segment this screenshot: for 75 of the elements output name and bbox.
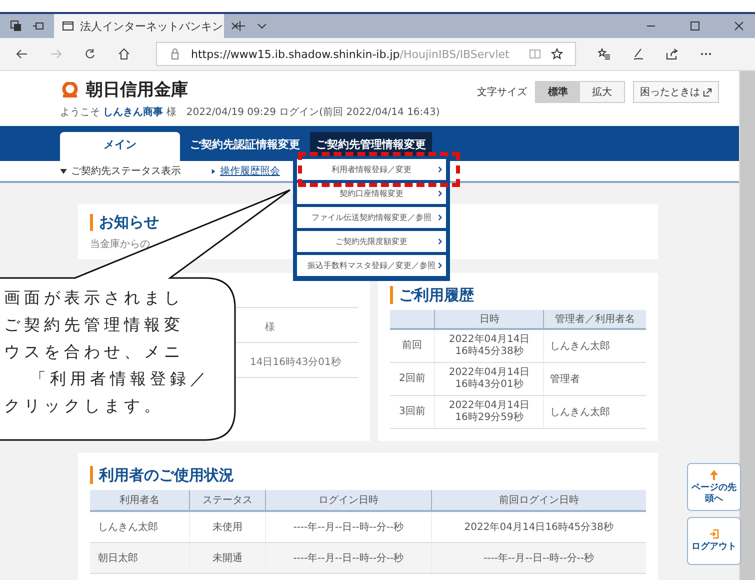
close-icon[interactable] (733, 20, 745, 32)
lock-icon (169, 48, 181, 60)
section-heading: ご利用履歴 (390, 286, 474, 304)
chevron-right-icon (438, 166, 442, 173)
callout-text: クリックします。 (4, 395, 164, 417)
table-cell: 3回前 (390, 396, 435, 428)
bank-name: 朝日信用金庫 (86, 79, 188, 101)
column-header: 利用者名 (90, 490, 190, 511)
history-link[interactable]: 操作履歴照会 (220, 164, 280, 178)
column-header: 管理者／利用者名 (544, 310, 646, 329)
menu-item[interactable]: ファイル伝送契約情報変更／参照 (297, 207, 446, 228)
table-cell: 管理者 (544, 362, 646, 396)
column-header: 日時 (434, 310, 544, 329)
column-header: 前回ログイン日時 (431, 490, 646, 511)
caret-icon (211, 168, 216, 174)
side-button[interactable]: ログアウト (687, 517, 741, 565)
chevron-right-icon (438, 214, 442, 221)
chevron-right-icon (438, 262, 442, 269)
column-header: ステータス (189, 490, 266, 511)
tabs-icon[interactable] (10, 20, 22, 32)
table-cell: 未開通 (189, 542, 266, 574)
font-size-label: 文字サイズ (477, 86, 527, 99)
triangle-down-icon (60, 168, 67, 174)
callout-text: ウスを合わせ、メニ (4, 341, 184, 363)
home-icon[interactable] (118, 48, 130, 60)
callout-text: 「利用者情報登録／ (30, 368, 210, 390)
table-cell: 14日16時43分01秒 (250, 357, 341, 368)
page-icon (62, 20, 74, 32)
close-icon[interactable] (229, 20, 241, 32)
callout-text: 画面が表示されまし (4, 287, 184, 309)
table-cell: ----年--月--日--時--分--秒 (266, 542, 432, 574)
external-link-icon (703, 88, 712, 96)
menu-item[interactable]: 利用者情報登録／変更 (297, 159, 446, 180)
tab-aside-icon[interactable] (32, 20, 44, 32)
table-cell: 2022年04月14日 16時29分59秒 (434, 396, 544, 428)
scrollbar[interactable] (739, 71, 755, 580)
table-cell: しんきん太郎 (544, 396, 646, 428)
address-field[interactable]: https://www15.ib.shadow.shinkin-ib.jp/HoujinIBS/IBServlet (156, 42, 576, 66)
side-button[interactable]: ページの先頭へ (687, 463, 741, 511)
pen-icon[interactable] (632, 48, 644, 60)
refresh-icon[interactable] (84, 48, 96, 60)
maximize-icon[interactable] (689, 20, 701, 32)
chevron-right-icon (438, 238, 442, 245)
table-cell: 様 (265, 322, 275, 333)
new-tab-icon[interactable] (234, 20, 246, 32)
section-heading: 利用者のご使用状況 (90, 466, 234, 484)
table-cell: 2回前 (390, 362, 435, 396)
column-header (390, 310, 435, 329)
callout-text: ご契約先管理情報変 (4, 314, 184, 336)
arrow-up-icon (709, 470, 719, 480)
table-cell: 朝日太郎 (90, 542, 190, 574)
table-cell: 前回 (390, 329, 435, 362)
share-icon[interactable] (666, 48, 678, 60)
star-icon[interactable] (551, 48, 564, 60)
table-cell: ----年--月--日--時--分--秒 (431, 542, 646, 574)
welcome-text: ようこそ しんきん商事 様 2022/04/19 09:29 ログイン(前回 2022/04/14 16:43) (60, 105, 440, 119)
nav-tab[interactable]: ご契約先認証情報変更 (184, 132, 306, 161)
column-header: ログイン日時 (266, 490, 432, 511)
table-cell: 2022年04月14日 16時45分38秒 (434, 329, 544, 362)
logo-icon (60, 82, 80, 98)
nav-tab[interactable]: メイン (60, 132, 180, 161)
tab-title: 法人インターネットバンキン (80, 18, 223, 34)
back-icon[interactable] (16, 48, 28, 60)
font-size-button[interactable]: 拡大 (580, 82, 624, 102)
chevron-right-icon (438, 190, 442, 197)
notice-text: 当金庫からの (90, 238, 150, 251)
table-cell: しんきん太郎 (544, 329, 646, 362)
menu-item[interactable]: 振込手数料マスタ登録／変更／参照 (297, 255, 446, 276)
status-toggle[interactable]: ご契約先ステータス表示 (60, 164, 181, 178)
menu-item[interactable]: ご契約先限度額変更 (297, 231, 446, 252)
exit-icon (709, 529, 719, 539)
font-size-button[interactable]: 標準 (536, 82, 580, 102)
favorites-icon[interactable] (598, 48, 610, 60)
help-button[interactable]: 困ったときは (633, 81, 719, 103)
table-cell: 2022年04月14日 16時43分01秒 (434, 362, 544, 396)
